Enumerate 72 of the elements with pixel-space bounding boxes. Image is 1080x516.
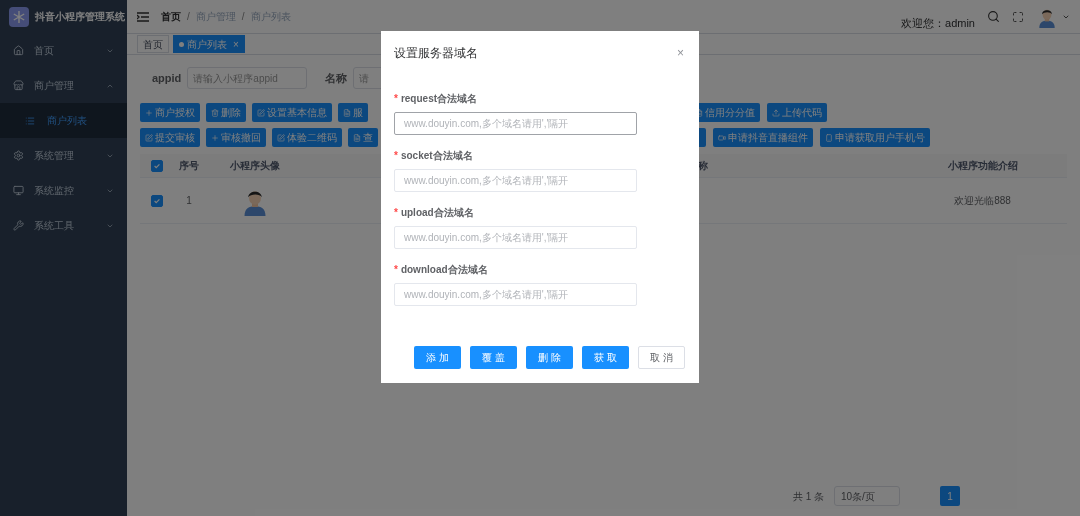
- list-icon: [25, 115, 35, 126]
- menu-icon[interactable]: [137, 11, 149, 22]
- breadcrumb-separator: /: [241, 10, 245, 24]
- domain-field[interactable]: www.douyin.com,多个域名请用','隔开: [394, 112, 637, 135]
- edit-icon: [277, 133, 285, 142]
- dialog-button[interactable]: 添 加: [414, 346, 461, 369]
- dialog-title: 设置服务器域名: [394, 45, 478, 62]
- check-icon: [153, 196, 161, 205]
- required-mark: *: [394, 149, 398, 163]
- wrench-icon: [13, 220, 24, 231]
- breadcrumb-item[interactable]: 首页: [161, 9, 181, 24]
- checkbox[interactable]: [151, 194, 163, 207]
- checkbox[interactable]: [151, 159, 163, 172]
- menu-item[interactable]: 首页: [0, 33, 127, 68]
- page-tab[interactable]: 首页: [137, 35, 169, 53]
- edit-icon: [145, 133, 153, 142]
- toolbar-button[interactable]: 服: [338, 103, 368, 122]
- search-icon[interactable]: [987, 10, 1000, 23]
- toolbar-button[interactable]: 审核撤回: [206, 128, 266, 147]
- required-mark: *: [394, 92, 398, 106]
- column-header: 序号: [179, 160, 199, 171]
- submenu-item[interactable]: 商户列表: [0, 103, 127, 138]
- store-icon: [13, 80, 24, 91]
- field-label: upload合法域名: [400, 206, 474, 220]
- dialog-button[interactable]: 删 除: [526, 346, 573, 369]
- video-icon: [718, 133, 726, 142]
- toolbar-button[interactable]: 体验二维码: [272, 128, 342, 147]
- page-size-select[interactable]: 10条/页: [834, 486, 900, 506]
- fullscreen-icon[interactable]: [1012, 10, 1024, 23]
- total-count: 共 1 条: [792, 489, 824, 504]
- logo-icon: [9, 6, 29, 27]
- page-number[interactable]: 1: [940, 486, 960, 506]
- welcome-text: 欢迎您：admin: [901, 15, 975, 31]
- toolbar-button[interactable]: 申请抖音直播组件: [713, 128, 813, 147]
- breadcrumb-separator: /: [187, 10, 190, 24]
- app-title: 抖音小程序管理系统: [35, 10, 125, 24]
- phone-icon: [825, 133, 833, 142]
- monitor-icon: [13, 185, 24, 196]
- column-header: 小程序头像: [230, 160, 280, 171]
- required-mark: *: [394, 206, 398, 220]
- filter-label: 名称: [325, 70, 348, 86]
- page-tab[interactable]: 商户列表 ×: [173, 35, 245, 53]
- document-icon: [343, 108, 351, 117]
- home-icon: [13, 45, 24, 56]
- field-label: request合法域名: [400, 92, 478, 106]
- toolbar-button[interactable]: 申请获取用户手机号: [820, 128, 930, 147]
- toolbar-button[interactable]: 提交审核: [140, 128, 200, 147]
- toolbar-button[interactable]: 上传代码: [767, 103, 827, 122]
- column-header: 称: [698, 160, 708, 171]
- toolbar-button[interactable]: 查: [348, 128, 378, 147]
- table-cell: 欢迎光临888: [954, 195, 1011, 206]
- plus-icon: [211, 133, 219, 142]
- table-cell: 1: [186, 195, 192, 206]
- column-header: 小程序功能介绍: [947, 160, 1018, 171]
- field-label: download合法域名: [400, 263, 488, 277]
- dialog-button[interactable]: 获 取: [582, 346, 629, 369]
- toolbar-button[interactable]: 设置基本信息: [252, 103, 332, 122]
- dialog-button[interactable]: 覆 盖: [470, 346, 517, 369]
- check-icon: [153, 161, 161, 170]
- filter-label: appid: [152, 70, 182, 86]
- upload-icon: [772, 108, 780, 117]
- required-mark: *: [394, 263, 398, 277]
- edit-icon: [257, 108, 265, 117]
- trash-icon: [211, 108, 219, 117]
- document-icon: [353, 133, 361, 142]
- field-label: socket合法域名: [400, 149, 473, 163]
- plus-icon: [145, 108, 153, 117]
- settings-icon: [13, 150, 24, 161]
- close-button[interactable]: ×: [677, 44, 684, 62]
- toolbar-button[interactable]: 删除: [206, 103, 246, 122]
- toolbar-button[interactable]: 商户授权: [140, 103, 200, 122]
- dialog-button[interactable]: 取 消: [638, 346, 685, 369]
